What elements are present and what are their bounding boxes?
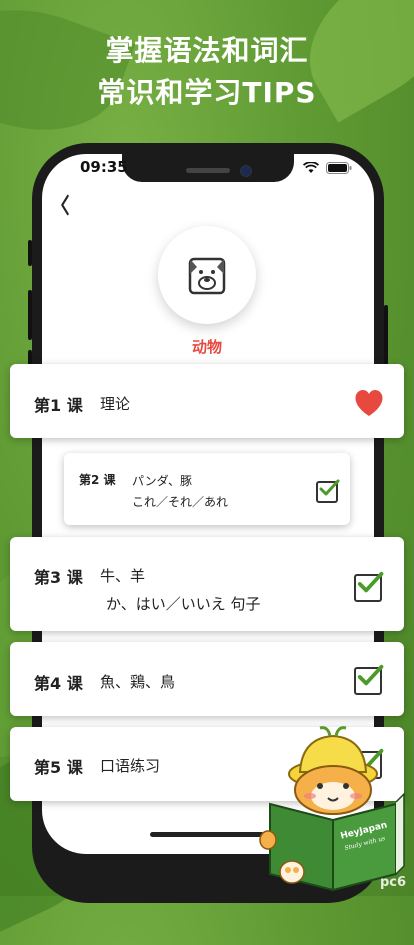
- checkbox[interactable]: [354, 571, 384, 602]
- checkmark-icon: [319, 479, 340, 496]
- heart-icon[interactable]: [353, 389, 385, 417]
- lesson-topic-sub: これ／それ／あれ: [132, 495, 229, 509]
- wifi-icon: [302, 160, 320, 173]
- camera-icon: [240, 165, 252, 177]
- back-button[interactable]: [60, 190, 70, 223]
- dog-icon: [188, 257, 226, 295]
- promo-line-1: 掌握语法和词汇: [105, 34, 309, 67]
- checkmark-icon: [357, 571, 384, 593]
- lesson-topic: 牛、羊: [100, 567, 146, 585]
- side-button: [28, 240, 32, 266]
- speaker-icon: [186, 168, 230, 173]
- lesson-card-2[interactable]: 第2 课 パンダ、豚 これ／それ／あれ: [64, 453, 350, 525]
- category-icon-circle: [158, 226, 256, 324]
- lesson-topic: 口语练习: [100, 757, 161, 775]
- lesson-topic-sub: か、はい／いいえ 句子: [106, 595, 261, 613]
- side-button: [28, 290, 32, 340]
- status-time: 09:35: [80, 158, 128, 176]
- lesson-card-3[interactable]: 第3 课 牛、羊 か、はい／いいえ 句子: [10, 537, 404, 631]
- lesson-card-4[interactable]: 第4 课 魚、鶏、鳥: [10, 642, 404, 716]
- chevron-left-icon: [61, 194, 69, 216]
- lesson-number: 第2 课: [79, 473, 116, 487]
- watermark: pc6: [379, 875, 406, 890]
- lesson-number: 第4 课: [34, 674, 83, 693]
- lesson-topic: 魚、鶏、鳥: [100, 673, 176, 691]
- lesson-card-1[interactable]: 第1 课 理论: [10, 364, 404, 438]
- lesson-number: 第1 课: [34, 396, 83, 415]
- status-icons: [302, 160, 352, 175]
- mascot-illustration: HeyJapan Study with us: [258, 724, 408, 896]
- checkmark-icon: [357, 664, 384, 686]
- category-label: 动物: [191, 338, 222, 356]
- checkbox[interactable]: [316, 479, 340, 503]
- phone-notch: [122, 150, 294, 182]
- battery-icon: [326, 161, 352, 174]
- lesson-topic: 理论: [100, 395, 131, 413]
- home-indicator: [150, 832, 264, 837]
- lesson-number: 第5 课: [34, 758, 83, 777]
- lesson-topic: パンダ、豚: [132, 474, 193, 488]
- checkbox[interactable]: [354, 664, 384, 695]
- promo-line-2: 常识和学习TIPS: [97, 76, 317, 109]
- mascot-icon: [259, 726, 405, 892]
- lesson-number: 第3 课: [34, 568, 83, 587]
- promo-heading: 掌握语法和词汇 常识和学习TIPS: [0, 30, 414, 114]
